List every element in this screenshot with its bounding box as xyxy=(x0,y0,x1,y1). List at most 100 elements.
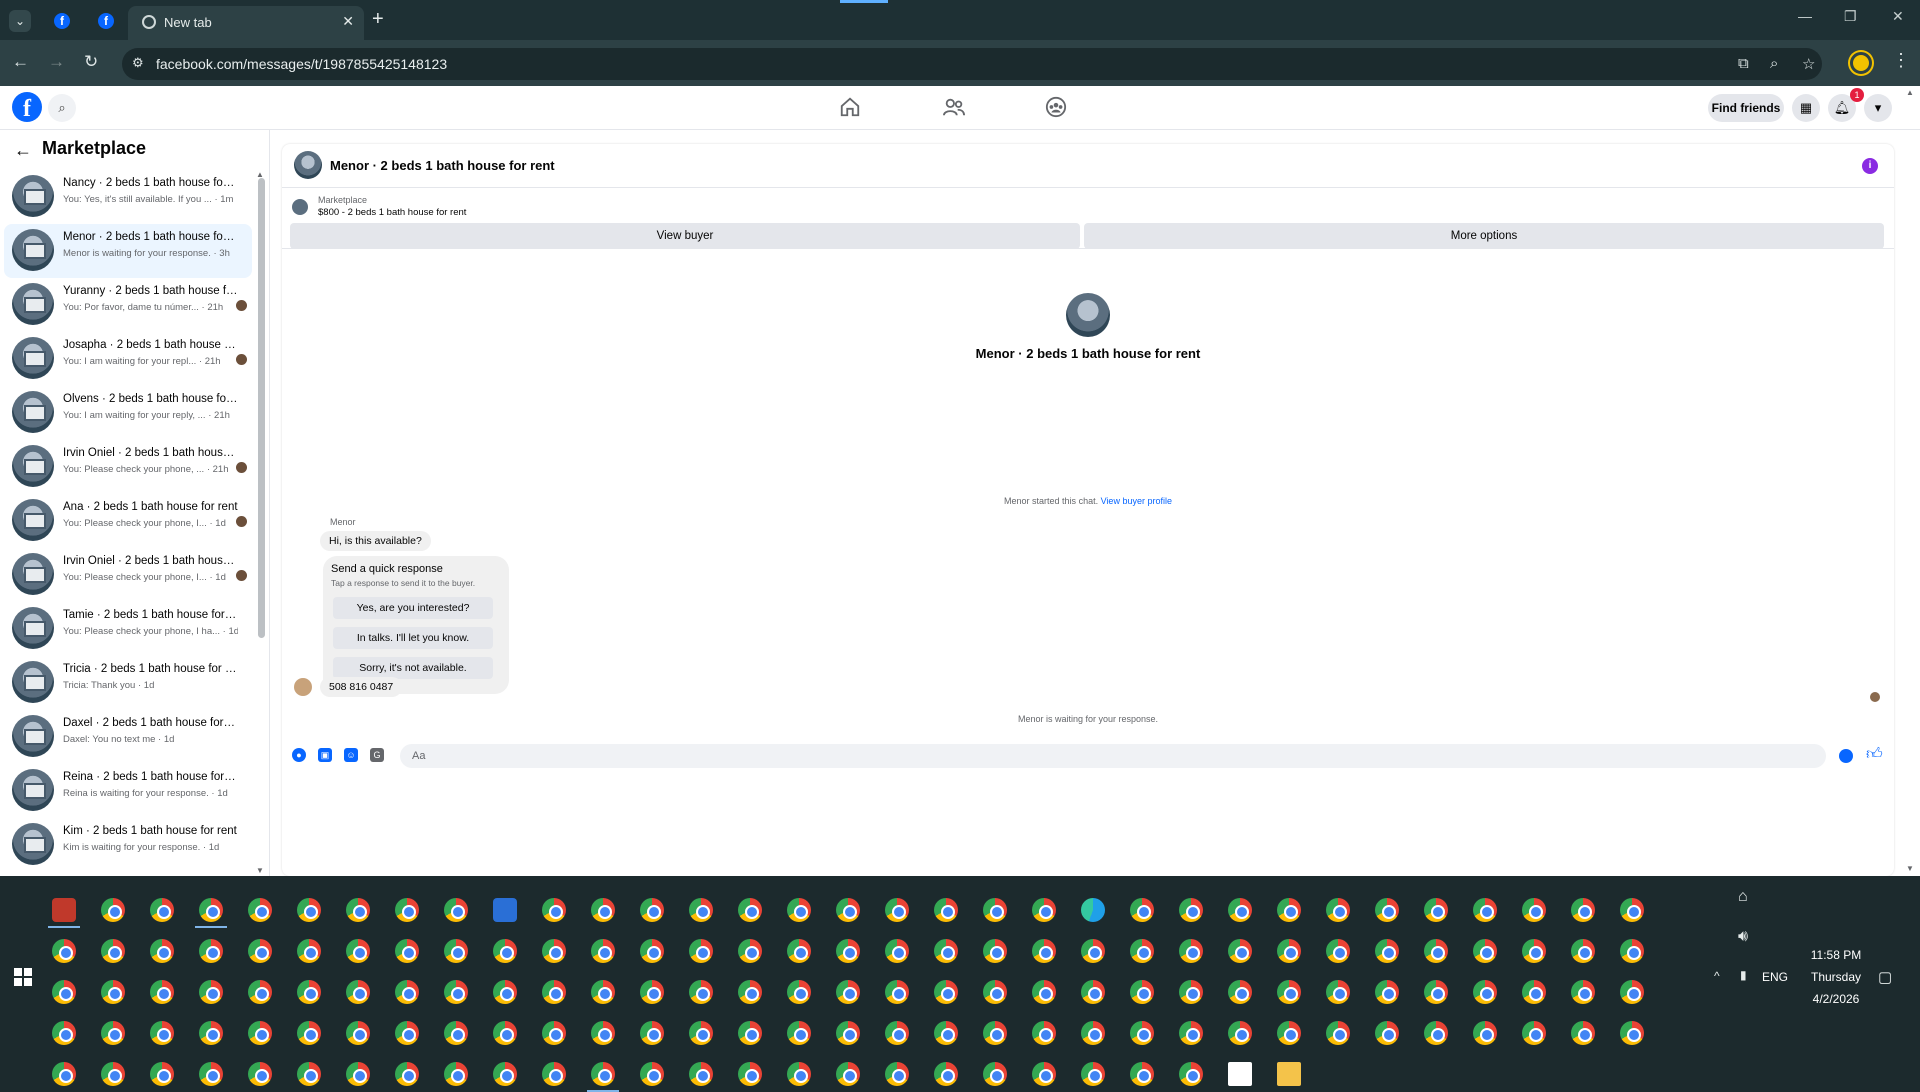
chrome-window-icon[interactable] xyxy=(1081,980,1105,1004)
close-tab-icon[interactable]: ✕ xyxy=(342,13,354,30)
chrome-window-icon[interactable] xyxy=(738,1021,762,1045)
chrome-window-icon[interactable] xyxy=(689,898,713,922)
chrome-window-icon[interactable] xyxy=(1179,1021,1203,1045)
chrome-window-icon[interactable] xyxy=(444,898,468,922)
chrome-window-icon[interactable] xyxy=(52,1021,76,1045)
windows-start-icon[interactable] xyxy=(14,968,32,986)
chrome-window-icon[interactable] xyxy=(983,898,1007,922)
conversation-item[interactable]: Menor · 2 beds 1 bath house for rent Meno… xyxy=(4,224,252,278)
chrome-window-icon[interactable] xyxy=(542,939,566,963)
chrome-window-icon[interactable] xyxy=(983,939,1007,963)
chrome-window-icon[interactable] xyxy=(248,980,272,1004)
chrome-window-icon[interactable] xyxy=(1522,980,1546,1004)
zoom-icon[interactable]: ⌕ xyxy=(1770,55,1778,72)
conversation-item[interactable]: Olvens · 2 beds 1 bath house for rent You… xyxy=(4,386,252,440)
chrome-window-icon[interactable] xyxy=(1326,939,1350,963)
edge-browser-icon[interactable] xyxy=(1081,898,1105,922)
chrome-window-icon[interactable] xyxy=(836,939,860,963)
account-dropdown-icon[interactable]: ▾ xyxy=(1864,94,1892,122)
language-indicator[interactable]: ENG xyxy=(1762,970,1788,984)
chrome-window-icon[interactable] xyxy=(836,1062,860,1086)
more-options-button[interactable]: More options xyxy=(1084,223,1884,249)
view-buyer-button[interactable]: View buyer xyxy=(290,223,1080,249)
chrome-window-icon[interactable] xyxy=(591,980,615,1004)
chrome-window-icon[interactable] xyxy=(199,980,223,1004)
chrome-window-icon[interactable] xyxy=(640,898,664,922)
chrome-window-icon[interactable] xyxy=(934,1062,958,1086)
chrome-window-icon[interactable] xyxy=(1081,1062,1105,1086)
app-icon[interactable] xyxy=(493,898,517,922)
conversation-item[interactable]: Tricia · 2 beds 1 bath house for rent Tri… xyxy=(4,656,252,710)
chrome-window-icon[interactable] xyxy=(150,898,174,922)
chrome-window-icon[interactable] xyxy=(1620,1021,1644,1045)
chrome-window-icon[interactable] xyxy=(444,980,468,1004)
chrome-window-icon[interactable] xyxy=(297,939,321,963)
chrome-window-icon[interactable] xyxy=(1130,1062,1154,1086)
chrome-window-icon[interactable] xyxy=(101,939,125,963)
chrome-window-icon[interactable] xyxy=(934,980,958,1004)
chrome-window-icon[interactable] xyxy=(1326,980,1350,1004)
close-window-icon[interactable]: ✕ xyxy=(1892,8,1904,25)
chrome-window-icon[interactable] xyxy=(1571,898,1595,922)
chrome-window-icon[interactable] xyxy=(248,1062,272,1086)
chrome-window-icon[interactable] xyxy=(1228,980,1252,1004)
chrome-window-icon[interactable] xyxy=(395,1062,419,1086)
chrome-window-icon[interactable] xyxy=(101,898,125,922)
chrome-window-icon[interactable] xyxy=(199,1021,223,1045)
chrome-window-icon[interactable] xyxy=(395,980,419,1004)
chrome-window-icon[interactable] xyxy=(52,980,76,1004)
chrome-window-icon[interactable] xyxy=(1032,1062,1056,1086)
chrome-window-icon[interactable] xyxy=(1179,898,1203,922)
message-input[interactable] xyxy=(400,744,1826,768)
friends-icon[interactable] xyxy=(940,96,968,120)
chrome-window-icon[interactable] xyxy=(346,898,370,922)
chrome-window-icon[interactable] xyxy=(1179,1062,1203,1086)
file-icon[interactable] xyxy=(1228,1062,1252,1086)
chrome-window-icon[interactable] xyxy=(150,1021,174,1045)
chrome-window-icon[interactable] xyxy=(1424,980,1448,1004)
conversation-item[interactable]: Nancy · 2 beds 1 bath house for rent You:… xyxy=(4,170,252,224)
chrome-window-icon[interactable] xyxy=(1473,939,1497,963)
notification-center-icon[interactable]: ▢ xyxy=(1878,968,1892,986)
chrome-window-icon[interactable] xyxy=(1375,939,1399,963)
scroll-down-icon[interactable]: ▼ xyxy=(256,866,264,875)
chrome-window-icon[interactable] xyxy=(787,1062,811,1086)
chrome-window-icon[interactable] xyxy=(738,898,762,922)
chrome-window-icon[interactable] xyxy=(493,939,517,963)
info-icon[interactable]: i xyxy=(1862,158,1878,174)
chrome-window-icon[interactable] xyxy=(591,898,615,922)
quick-response-yes-button[interactable]: Yes, are you interested? xyxy=(333,597,493,619)
chrome-window-icon[interactable] xyxy=(934,898,958,922)
menu-grid-icon[interactable]: ▦ xyxy=(1792,94,1820,122)
chrome-window-icon[interactable] xyxy=(1620,980,1644,1004)
chrome-window-icon[interactable] xyxy=(738,980,762,1004)
chrome-window-icon[interactable] xyxy=(787,980,811,1004)
chrome-window-icon[interactable] xyxy=(689,980,713,1004)
chrome-window-icon[interactable] xyxy=(1473,898,1497,922)
url-text[interactable]: facebook.com/messages/t/1987855425148123 xyxy=(156,56,447,72)
chrome-window-icon[interactable] xyxy=(444,1021,468,1045)
chrome-window-icon[interactable] xyxy=(1081,1021,1105,1045)
chrome-window-icon[interactable] xyxy=(346,939,370,963)
view-buyer-profile-link[interactable]: View buyer profile xyxy=(1101,496,1172,506)
chrome-window-icon[interactable] xyxy=(101,1062,125,1086)
tab-new-tab[interactable]: New tab ✕ xyxy=(128,6,364,40)
chrome-window-icon[interactable] xyxy=(1130,939,1154,963)
chrome-window-icon[interactable] xyxy=(1473,1021,1497,1045)
clock-day[interactable]: Thursday xyxy=(1806,970,1866,984)
chrome-window-icon[interactable] xyxy=(1179,980,1203,1004)
chrome-window-icon[interactable] xyxy=(493,1062,517,1086)
chrome-window-icon[interactable] xyxy=(542,1062,566,1086)
chrome-window-icon[interactable] xyxy=(542,1021,566,1045)
chrome-window-icon[interactable] xyxy=(1571,1021,1595,1045)
chrome-window-icon[interactable] xyxy=(101,980,125,1004)
chrome-window-icon[interactable] xyxy=(836,1021,860,1045)
chrome-window-icon[interactable] xyxy=(346,980,370,1004)
chrome-window-icon[interactable] xyxy=(542,898,566,922)
chrome-window-icon[interactable] xyxy=(640,980,664,1004)
chrome-window-icon[interactable] xyxy=(885,1062,909,1086)
conversation-item[interactable]: Josapha · 2 beds 1 bath house for rent Yo… xyxy=(4,332,252,386)
chrome-window-icon[interactable] xyxy=(297,1021,321,1045)
conversation-item[interactable]: Kim · 2 beds 1 bath house for rent Kim is… xyxy=(4,818,252,872)
chrome-window-icon[interactable] xyxy=(1620,898,1644,922)
